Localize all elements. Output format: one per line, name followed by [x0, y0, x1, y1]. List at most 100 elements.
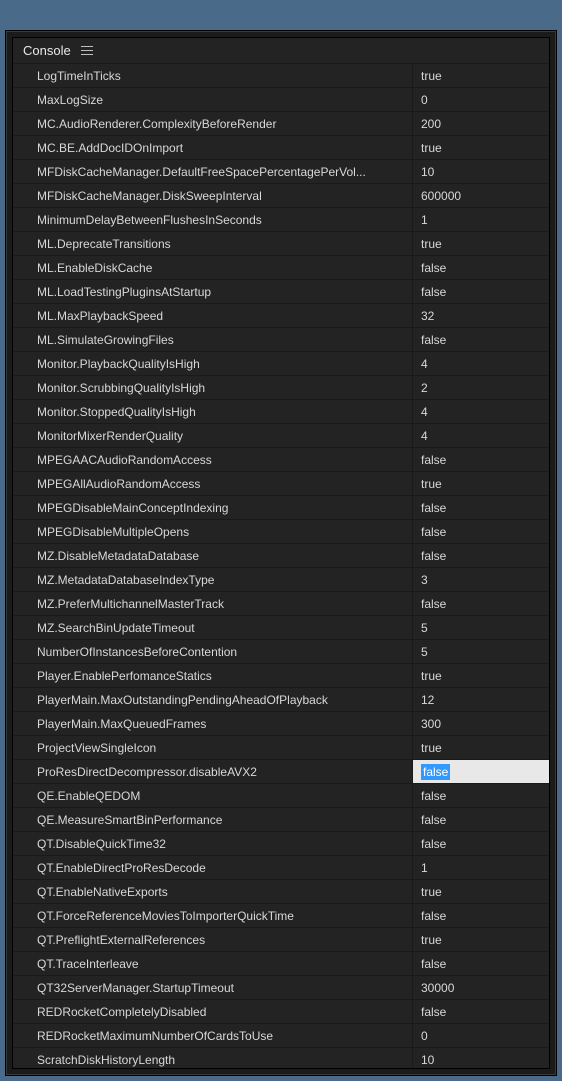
settings-row[interactable]: MZ.DisableMetadataDatabasefalse — [13, 544, 549, 568]
settings-row[interactable]: ScratchDiskHistoryLength10 — [13, 1048, 549, 1068]
settings-row[interactable]: MZ.SearchBinUpdateTimeout5 — [13, 616, 549, 640]
setting-value[interactable]: 200 — [413, 112, 549, 135]
settings-row[interactable]: MZ.MetadataDatabaseIndexType3 — [13, 568, 549, 592]
setting-key[interactable]: QT.DisableQuickTime32 — [13, 832, 413, 855]
settings-row[interactable]: MPEGAllAudioRandomAccesstrue — [13, 472, 549, 496]
setting-key[interactable]: PlayerMain.MaxOutstandingPendingAheadOfP… — [13, 688, 413, 711]
setting-key[interactable]: ProjectViewSingleIcon — [13, 736, 413, 759]
setting-value[interactable]: false — [413, 760, 549, 783]
settings-row[interactable]: ProjectViewSingleIcontrue — [13, 736, 549, 760]
setting-key[interactable]: MinimumDelayBetweenFlushesInSeconds — [13, 208, 413, 231]
setting-value[interactable]: false — [413, 832, 549, 855]
setting-value[interactable]: true — [413, 64, 549, 87]
setting-key[interactable]: Monitor.ScrubbingQualityIsHigh — [13, 376, 413, 399]
settings-row[interactable]: QT32ServerManager.StartupTimeout30000 — [13, 976, 549, 1000]
settings-row[interactable]: ML.SimulateGrowingFilesfalse — [13, 328, 549, 352]
settings-row[interactable]: Monitor.StoppedQualityIsHigh4 — [13, 400, 549, 424]
settings-row[interactable]: MZ.PreferMultichannelMasterTrackfalse — [13, 592, 549, 616]
settings-row[interactable]: PlayerMain.MaxOutstandingPendingAheadOfP… — [13, 688, 549, 712]
settings-row[interactable]: QT.EnableNativeExportstrue — [13, 880, 549, 904]
settings-row[interactable]: ML.LoadTestingPluginsAtStartupfalse — [13, 280, 549, 304]
setting-key[interactable]: Player.EnablePerfomanceStatics — [13, 664, 413, 687]
settings-table[interactable]: LogTimeInTickstrueMaxLogSize0MC.AudioRen… — [13, 64, 549, 1068]
setting-value[interactable]: 1 — [413, 208, 549, 231]
setting-value[interactable]: false — [413, 808, 549, 831]
settings-row[interactable]: NumberOfInstancesBeforeContention5 — [13, 640, 549, 664]
settings-row[interactable]: MFDiskCacheManager.DiskSweepInterval6000… — [13, 184, 549, 208]
setting-value[interactable]: 0 — [413, 1024, 549, 1047]
setting-value[interactable]: false — [413, 328, 549, 351]
settings-row[interactable]: QT.EnableDirectProResDecode1 — [13, 856, 549, 880]
setting-key[interactable]: MPEGDisableMultipleOpens — [13, 520, 413, 543]
setting-key[interactable]: MPEGDisableMainConceptIndexing — [13, 496, 413, 519]
setting-value[interactable]: false — [413, 904, 549, 927]
setting-value[interactable]: 4 — [413, 400, 549, 423]
settings-row[interactable]: QE.EnableQEDOMfalse — [13, 784, 549, 808]
settings-row[interactable]: MC.BE.AddDocIDOnImporttrue — [13, 136, 549, 160]
setting-key[interactable]: QE.EnableQEDOM — [13, 784, 413, 807]
setting-value[interactable]: true — [413, 736, 549, 759]
setting-value[interactable]: false — [413, 280, 549, 303]
setting-value[interactable]: false — [413, 952, 549, 975]
setting-value[interactable]: false — [413, 784, 549, 807]
setting-key[interactable]: MaxLogSize — [13, 88, 413, 111]
setting-value[interactable]: false — [413, 544, 549, 567]
settings-row[interactable]: LogTimeInTickstrue — [13, 64, 549, 88]
setting-key[interactable]: ML.LoadTestingPluginsAtStartup — [13, 280, 413, 303]
setting-key[interactable]: LogTimeInTicks — [13, 64, 413, 87]
settings-row[interactable]: MPEGDisableMainConceptIndexingfalse — [13, 496, 549, 520]
setting-key[interactable]: ML.MaxPlaybackSpeed — [13, 304, 413, 327]
setting-value[interactable]: 5 — [413, 640, 549, 663]
settings-row[interactable]: MPEGAACAudioRandomAccessfalse — [13, 448, 549, 472]
setting-value[interactable]: true — [413, 232, 549, 255]
setting-value[interactable]: 32 — [413, 304, 549, 327]
setting-key[interactable]: QT.EnableDirectProResDecode — [13, 856, 413, 879]
settings-row[interactable]: Monitor.PlaybackQualityIsHigh4 — [13, 352, 549, 376]
setting-value[interactable]: false — [413, 448, 549, 471]
settings-row[interactable]: PlayerMain.MaxQueuedFrames300 — [13, 712, 549, 736]
settings-row[interactable]: ML.MaxPlaybackSpeed32 — [13, 304, 549, 328]
setting-value[interactable]: 600000 — [413, 184, 549, 207]
setting-value[interactable]: 5 — [413, 616, 549, 639]
setting-value[interactable]: 300 — [413, 712, 549, 735]
setting-key[interactable]: MZ.DisableMetadataDatabase — [13, 544, 413, 567]
setting-key[interactable]: MC.AudioRenderer.ComplexityBeforeRender — [13, 112, 413, 135]
setting-key[interactable]: MPEGAACAudioRandomAccess — [13, 448, 413, 471]
setting-key[interactable]: ML.EnableDiskCache — [13, 256, 413, 279]
settings-row[interactable]: MPEGDisableMultipleOpensfalse — [13, 520, 549, 544]
setting-key[interactable]: MFDiskCacheManager.DiskSweepInterval — [13, 184, 413, 207]
settings-row[interactable]: QE.MeasureSmartBinPerformancefalse — [13, 808, 549, 832]
setting-value[interactable]: 0 — [413, 88, 549, 111]
setting-key[interactable]: ML.DeprecateTransitions — [13, 232, 413, 255]
settings-row[interactable]: ML.DeprecateTransitionstrue — [13, 232, 549, 256]
settings-row[interactable]: MonitorMixerRenderQuality4 — [13, 424, 549, 448]
setting-key[interactable]: MZ.SearchBinUpdateTimeout — [13, 616, 413, 639]
settings-row[interactable]: QT.TraceInterleavefalse — [13, 952, 549, 976]
settings-row[interactable]: REDRocketCompletelyDisabledfalse — [13, 1000, 549, 1024]
setting-key[interactable]: MonitorMixerRenderQuality — [13, 424, 413, 447]
setting-key[interactable]: Monitor.StoppedQualityIsHigh — [13, 400, 413, 423]
settings-row[interactable]: Player.EnablePerfomanceStaticstrue — [13, 664, 549, 688]
setting-value[interactable]: 10 — [413, 1048, 549, 1068]
setting-value[interactable]: 30000 — [413, 976, 549, 999]
settings-row[interactable]: REDRocketMaximumNumberOfCardsToUse0 — [13, 1024, 549, 1048]
settings-row[interactable]: MaxLogSize0 — [13, 88, 549, 112]
settings-row[interactable]: ML.EnableDiskCachefalse — [13, 256, 549, 280]
setting-value[interactable]: 4 — [413, 352, 549, 375]
setting-value[interactable]: 2 — [413, 376, 549, 399]
setting-value[interactable]: 10 — [413, 160, 549, 183]
setting-value[interactable]: true — [413, 472, 549, 495]
setting-key[interactable]: QT.TraceInterleave — [13, 952, 413, 975]
setting-value[interactable]: 12 — [413, 688, 549, 711]
setting-key[interactable]: ProResDirectDecompressor.disableAVX2 — [13, 760, 413, 783]
setting-value[interactable]: true — [413, 880, 549, 903]
setting-value[interactable]: false — [413, 256, 549, 279]
settings-row[interactable]: MFDiskCacheManager.DefaultFreeSpacePerce… — [13, 160, 549, 184]
setting-value[interactable]: true — [413, 136, 549, 159]
setting-key[interactable]: REDRocketMaximumNumberOfCardsToUse — [13, 1024, 413, 1047]
setting-key[interactable]: MC.BE.AddDocIDOnImport — [13, 136, 413, 159]
setting-key[interactable]: MFDiskCacheManager.DefaultFreeSpacePerce… — [13, 160, 413, 183]
settings-row[interactable]: MC.AudioRenderer.ComplexityBeforeRender2… — [13, 112, 549, 136]
setting-value[interactable]: true — [413, 928, 549, 951]
setting-key[interactable]: MPEGAllAudioRandomAccess — [13, 472, 413, 495]
